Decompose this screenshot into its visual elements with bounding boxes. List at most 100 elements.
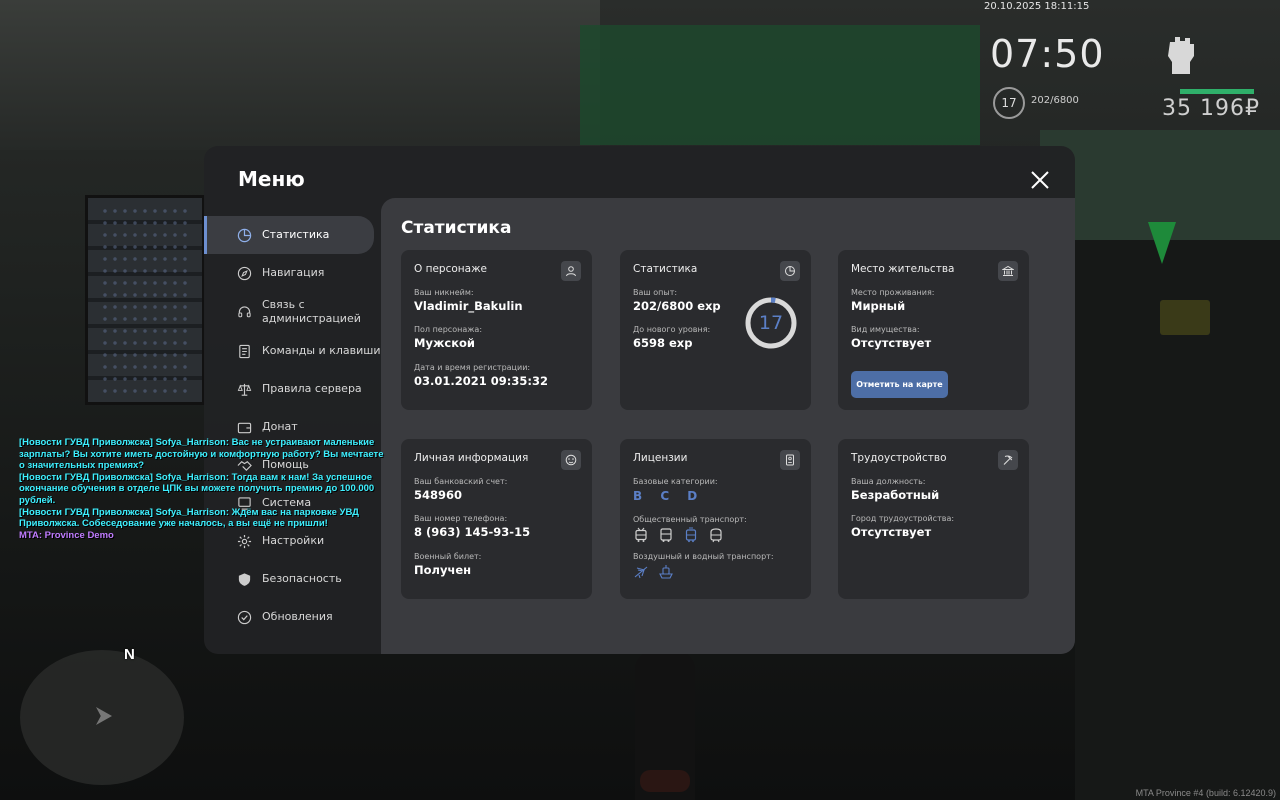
exp-value: 202/6800 exp — [633, 299, 721, 313]
trolleybus-icon — [635, 527, 647, 542]
public-transport-icons — [633, 527, 724, 543]
card-title: Место жительства — [851, 263, 955, 275]
sidebar-item-statistics[interactable]: Статистика — [204, 216, 374, 254]
id-card-icon — [780, 450, 800, 470]
work-city-value: Отсутствует — [851, 525, 932, 539]
scales-icon — [237, 383, 252, 396]
card-residence: Место жительства Место проживания: Мирны… — [838, 250, 1029, 410]
user-icon — [561, 261, 581, 281]
position-value: Безработный — [851, 488, 940, 502]
menu-title: Меню — [238, 167, 305, 191]
chat-log: [Новости ГУВД Приволжска] Sofya_Harrison… — [19, 437, 389, 541]
scene-shelf-items — [100, 205, 190, 395]
bus-icon — [660, 528, 672, 542]
place-value: Мирный — [851, 299, 906, 313]
metro-icon — [710, 528, 722, 543]
menu-window: Меню Статистика Навигация Связь с админи… — [204, 146, 1075, 654]
exp-label: Ваш опыт: — [633, 288, 678, 297]
tram-icon — [685, 527, 697, 543]
chat-line: [Новости ГУВД Приволжска] Sofya_Harrison… — [19, 506, 359, 530]
paw-icon — [561, 450, 581, 470]
air-water-label: Воздушный и водный транспорт: — [633, 552, 774, 561]
wallet-icon — [237, 422, 252, 433]
card-title: Трудоустройство — [851, 452, 947, 464]
plane-icon — [634, 566, 648, 579]
card-licenses: Лицензии Базовые категории: B C D Общест… — [620, 439, 811, 599]
level-number: 17 — [758, 312, 784, 334]
boat-icon — [659, 565, 673, 579]
reg-value: 03.01.2021 09:35:32 — [414, 374, 548, 388]
next-level-label: До нового уровня: — [633, 325, 711, 334]
card-personal: Личная информация Ваш банковский счет: 5… — [401, 439, 592, 599]
pie-chart-icon — [237, 228, 252, 242]
minimap-north: N — [124, 646, 135, 663]
card-title: Личная информация — [414, 452, 529, 464]
card-employment: Трудоустройство Ваша должность: Безработ… — [838, 439, 1029, 599]
headset-icon — [238, 305, 251, 317]
hud-money: 35 196₽ — [1162, 96, 1260, 121]
nick-label: Ваш никнейм: — [414, 288, 474, 297]
chat-line: [Новости ГУВД Приволжска] Sofya_Harrison… — [19, 437, 384, 472]
sidebar-item-security[interactable]: Безопасность — [204, 560, 381, 598]
scene-wet-floor-sign — [1160, 300, 1210, 335]
hud-clock: 07:50 — [990, 32, 1105, 76]
sidebar: Статистика Навигация Связь с администрац… — [204, 216, 381, 636]
sidebar-item-label: Донат — [262, 420, 298, 433]
gender-label: Пол персонажа: — [414, 325, 483, 334]
sidebar-item-label: Обновления — [262, 610, 333, 623]
hud-exp: 202/6800 — [1031, 95, 1079, 106]
sidebar-item-label: Навигация — [262, 266, 325, 279]
sidebar-item-label: Правила сервера — [262, 382, 362, 395]
public-transport-label: Общественный транспорт: — [633, 515, 747, 524]
position-label: Ваша должность: — [851, 477, 926, 486]
chat-line: MTA: Province Demo — [19, 529, 114, 541]
work-city-label: Город трудоустройства: — [851, 514, 955, 523]
military-label: Военный билет: — [414, 552, 482, 561]
place-label: Место проживания: — [851, 288, 935, 297]
gender-value: Мужской — [414, 336, 475, 350]
sidebar-item-label: Команды и клавиши — [262, 344, 381, 357]
chat-line: [Новости ГУВД Приволжска] Sofya_Harrison… — [19, 471, 375, 506]
sidebar-item-admin-contact[interactable]: Связь с администрацией — [204, 292, 381, 332]
hud-datetime: 20.10.2025 18:11:15 — [984, 1, 1090, 12]
bank-value: 548960 — [414, 488, 463, 502]
card-title: Статистика — [633, 263, 698, 275]
card-character: О персонаже Ваш никнейм: Vladimir_Bakuli… — [401, 250, 592, 410]
base-categories-label: Базовые категории: — [633, 477, 718, 486]
sidebar-item-updates[interactable]: Обновления — [204, 598, 381, 636]
phone-value: 8 (963) 145-93-15 — [414, 525, 531, 539]
sidebar-item-label: Безопасность — [262, 572, 342, 585]
nick-value: Vladimir_Bakulin — [414, 299, 523, 313]
base-categories-value: B C D — [633, 489, 705, 503]
property-value: Отсутствует — [851, 336, 932, 350]
compass-icon — [237, 266, 252, 280]
scene-green-marker — [1148, 222, 1176, 264]
scene-player-shoe — [640, 770, 690, 792]
content-title: Статистика — [401, 218, 512, 238]
shield-icon — [238, 572, 251, 586]
air-water-icons — [633, 564, 674, 580]
sidebar-item-label: Связь с администрацией — [262, 298, 361, 325]
next-level-value: 6598 exp — [633, 336, 693, 350]
check-icon — [237, 610, 252, 624]
hud-level: 17 — [993, 87, 1025, 119]
fist-icon — [1168, 37, 1194, 74]
sidebar-item-rules[interactable]: Правила сервера — [204, 370, 381, 408]
hud-health-fill — [1180, 89, 1254, 94]
card-stats: Статистика Ваш опыт: 202/6800 exp До нов… — [620, 250, 811, 410]
bank-label: Ваш банковский счет: — [414, 477, 508, 486]
property-label: Вид имущества: — [851, 325, 920, 334]
mark-on-map-button[interactable]: Отметить на карте — [851, 371, 948, 398]
sidebar-item-label: Статистика — [262, 228, 330, 241]
sidebar-item-navigation[interactable]: Навигация — [204, 254, 381, 292]
close-icon[interactable] — [1028, 168, 1052, 192]
military-value: Получен — [414, 563, 472, 577]
content-panel: Статистика О персонаже Ваш никнейм: Vlad… — [381, 198, 1075, 654]
bank-icon — [998, 261, 1018, 281]
card-title: Лицензии — [633, 452, 688, 464]
hud-health-bar — [1180, 89, 1254, 94]
scene-green-wall — [580, 25, 980, 145]
card-title: О персонаже — [414, 263, 488, 275]
sidebar-item-commands[interactable]: Команды и клавиши — [204, 332, 381, 370]
reg-label: Дата и время регистрации: — [414, 363, 531, 372]
